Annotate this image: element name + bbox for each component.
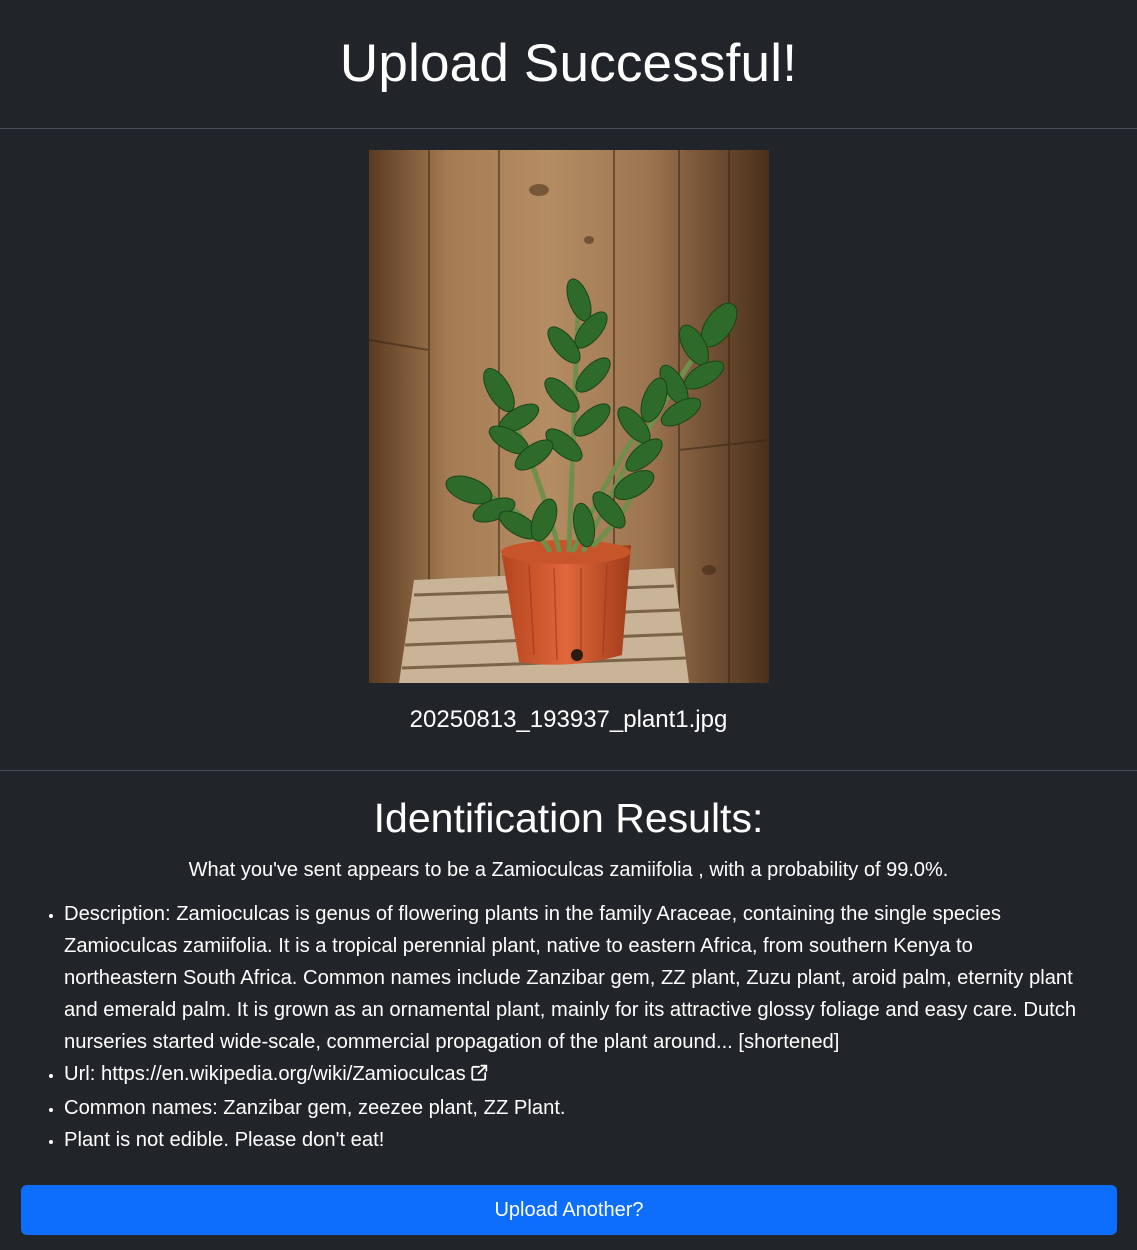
url-item: Url: https://en.wikipedia.org/wiki/Zamio… [64,1058,1091,1092]
page: Upload Successful! 20250813_193937_plant… [0,0,1137,1250]
edible-text: Plant is not edible. Please don't eat! [64,1129,385,1151]
upload-another-button[interactable]: Upload Another? [21,1185,1117,1235]
results-summary: What you've sent appears to be a Zamiocu… [188,859,949,881]
common-names-item: Common names: Zanzibar gem, zeezee plant… [64,1092,1091,1124]
photo-filename: 20250813_193937_plant1.jpg [409,706,728,733]
results-heading: Identification Results: [373,795,764,841]
external-link-icon[interactable] [470,1060,488,1092]
results-details-list: Description: Zamioculcas is genus of flo… [0,898,1137,1156]
edible-item: Plant is not edible. Please don't eat! [64,1124,1091,1156]
url-label: Url: [64,1063,102,1085]
page-title: Upload Successful! [339,33,798,93]
wikipedia-link[interactable]: https://en.wikipedia.org/wiki/Zamioculca… [101,1063,466,1085]
description-item: Description: Zamioculcas is genus of flo… [64,898,1091,1058]
header: Upload Successful! [0,0,1137,129]
uploaded-plant-photo [368,150,769,683]
uploaded-photo-section: 20250813_193937_plant1.jpg [0,129,1137,771]
common-names-text: Common names: Zanzibar gem, zeezee plant… [64,1097,566,1119]
description-text: Description: Zamioculcas is genus of flo… [64,903,1077,1053]
identification-results: Identification Results: What you've sent… [0,795,1137,1156]
